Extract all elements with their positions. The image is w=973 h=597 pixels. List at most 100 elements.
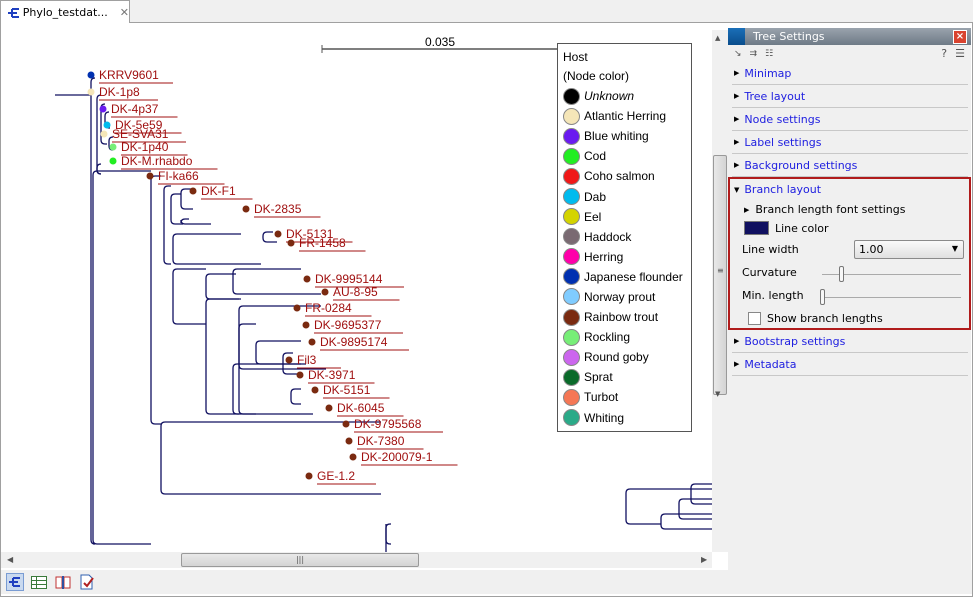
legend-label: Eel xyxy=(584,209,602,224)
tree-node[interactable] xyxy=(109,143,117,151)
leaf-label[interactable]: FR-1458 xyxy=(299,236,346,250)
tree-node[interactable] xyxy=(100,130,108,138)
tree-node[interactable] xyxy=(302,321,310,329)
branch-length-font-settings[interactable]: ▶ Branch length font settings xyxy=(744,203,906,216)
leaf-label[interactable]: FR-0284 xyxy=(305,301,352,315)
leaf-label[interactable]: DK-4p37 xyxy=(111,102,159,116)
tree-node[interactable] xyxy=(308,338,316,346)
legend-item: Japanese flounder xyxy=(563,267,686,287)
collapse-icon: ▼ xyxy=(734,185,740,194)
tree-node[interactable] xyxy=(305,472,313,480)
tree-view-button[interactable] xyxy=(6,573,24,591)
close-panel-icon[interactable]: × xyxy=(953,29,967,44)
branch-layout-header[interactable]: ▼ Branch layout xyxy=(730,179,969,200)
leaf-label[interactable]: DK-1p40 xyxy=(121,140,169,154)
section-label-settings[interactable]: ▶ Label settings xyxy=(732,131,968,154)
legend-color-dot xyxy=(563,127,580,145)
leaf-label[interactable]: DK-200079-1 xyxy=(361,450,433,464)
leaf-label[interactable]: DK-F1 xyxy=(201,184,236,198)
tab-phylo-testdata[interactable]: Phylo_testdat... ✕ xyxy=(0,0,130,24)
tree-node[interactable] xyxy=(287,239,295,247)
leaf-label[interactable]: SE-SVA31 xyxy=(112,127,169,141)
tree-node[interactable] xyxy=(325,404,333,412)
vertical-scroll-thumb[interactable]: ≡ xyxy=(713,155,727,395)
min-length-slider-thumb[interactable] xyxy=(820,289,825,305)
view-switcher xyxy=(1,570,972,594)
tree-branch xyxy=(172,268,206,325)
horizontal-scrollbar[interactable]: ◀ ||| ▶ xyxy=(1,552,712,568)
tree-branch xyxy=(160,421,381,495)
curvature-slider-thumb[interactable] xyxy=(838,266,844,282)
panel-title-bar[interactable]: Tree Settings × xyxy=(728,28,971,45)
scroll-right-icon[interactable]: ▶ xyxy=(701,555,707,564)
leaf-label[interactable]: DK-9895174 xyxy=(320,335,388,349)
expand-all-icon[interactable]: ↘ xyxy=(734,49,742,59)
tree-node[interactable] xyxy=(342,420,350,428)
leaf-label[interactable]: DK-1p8 xyxy=(99,85,140,99)
tree-node[interactable] xyxy=(87,71,95,79)
line-width-dropdown[interactable]: 1.00 ▼ xyxy=(854,240,964,259)
leaf-label[interactable]: DK-9795568 xyxy=(354,417,422,431)
leaf-label[interactable]: DK-9695377 xyxy=(314,318,382,332)
leaf-label[interactable]: DK-3971 xyxy=(308,368,356,382)
tree-node[interactable] xyxy=(349,453,357,461)
section-bootstrap-settings[interactable]: ▶ Bootstrap settings xyxy=(732,330,968,353)
tree-node[interactable] xyxy=(321,288,329,296)
legend-item: Coho salmon xyxy=(563,166,686,186)
section-metadata[interactable]: ▶ Metadata xyxy=(732,353,968,376)
show-branch-lengths-checkbox[interactable] xyxy=(748,312,761,325)
tree-node[interactable] xyxy=(303,275,311,283)
tree-node[interactable] xyxy=(109,157,117,165)
tree-node[interactable] xyxy=(345,437,353,445)
tree-node[interactable] xyxy=(87,88,95,96)
table-view-button[interactable] xyxy=(30,573,48,591)
leaf-label[interactable]: DK-9995144 xyxy=(315,272,383,286)
section-node-settings[interactable]: ▶ Node settings xyxy=(732,108,968,131)
section-tree-layout[interactable]: ▶ Tree layout xyxy=(732,85,968,108)
scroll-up-icon[interactable]: ▲ xyxy=(715,34,720,42)
legend-item: Round goby xyxy=(563,347,686,367)
leaf-label[interactable]: DK-2835 xyxy=(254,202,302,216)
tree-node[interactable] xyxy=(99,105,107,113)
history-view-button[interactable] xyxy=(78,573,96,591)
close-tab-icon[interactable]: ✕ xyxy=(120,6,129,19)
tree-node[interactable] xyxy=(274,230,282,238)
tree-node[interactable] xyxy=(189,187,197,195)
collapse-all-icon[interactable]: ⇉ xyxy=(750,49,758,59)
tree-node[interactable] xyxy=(311,386,319,394)
leaf-label[interactable]: GE-1.2 xyxy=(317,469,355,483)
section-minimap[interactable]: ▶ Minimap xyxy=(732,62,968,85)
vertical-scrollbar[interactable]: ▲ ≡ ▼ xyxy=(712,30,728,552)
legend-color-dot xyxy=(563,388,580,406)
scroll-left-icon[interactable]: ◀ xyxy=(7,555,13,564)
save-settings-icon[interactable]: ☷ xyxy=(765,49,773,59)
legend-label: Haddock xyxy=(584,229,632,244)
horizontal-scroll-thumb[interactable]: ||| xyxy=(181,553,419,567)
leaf-label[interactable]: DK-M.rhabdo xyxy=(121,154,193,168)
tree-node[interactable] xyxy=(293,304,301,312)
tree-node[interactable] xyxy=(242,205,250,213)
tree-node[interactable] xyxy=(146,172,154,180)
settings-menu-icon[interactable]: ☰ xyxy=(955,47,965,60)
tree-canvas[interactable]: 0.035 KRRV9601 DK-1p8 DK-4p37 DK-5e59 SE-SVA… xyxy=(1,24,712,552)
book-view-button[interactable] xyxy=(54,573,72,591)
history-check-icon xyxy=(80,574,94,590)
tree-node[interactable] xyxy=(103,121,111,129)
leaf-label[interactable]: DK-6045 xyxy=(337,401,385,415)
leaf-label[interactable]: DK-7380 xyxy=(357,434,405,448)
leaf-label[interactable]: KRRV9601 xyxy=(99,68,159,82)
section-background-settings[interactable]: ▶ Background settings xyxy=(732,154,968,177)
help-icon[interactable]: ? xyxy=(941,47,947,60)
tree-node[interactable] xyxy=(296,371,304,379)
section-branch-layout: ▼ Branch layout ▶ Branch length font set… xyxy=(728,177,971,330)
min-length-slider-track[interactable] xyxy=(822,297,961,298)
leaf-label[interactable]: FI-ka66 xyxy=(158,169,199,183)
scroll-down-icon[interactable]: ▼ xyxy=(715,390,720,398)
line-color-swatch[interactable] xyxy=(744,221,769,235)
leaf-label[interactable]: AU-8-95 xyxy=(333,285,378,299)
leaf-label[interactable]: Fil3 xyxy=(297,353,317,367)
legend-item: Herring xyxy=(563,247,686,267)
legend-label: Japanese flounder xyxy=(584,269,683,284)
tree-node[interactable] xyxy=(285,356,293,364)
leaf-label[interactable]: DK-5151 xyxy=(323,383,371,397)
